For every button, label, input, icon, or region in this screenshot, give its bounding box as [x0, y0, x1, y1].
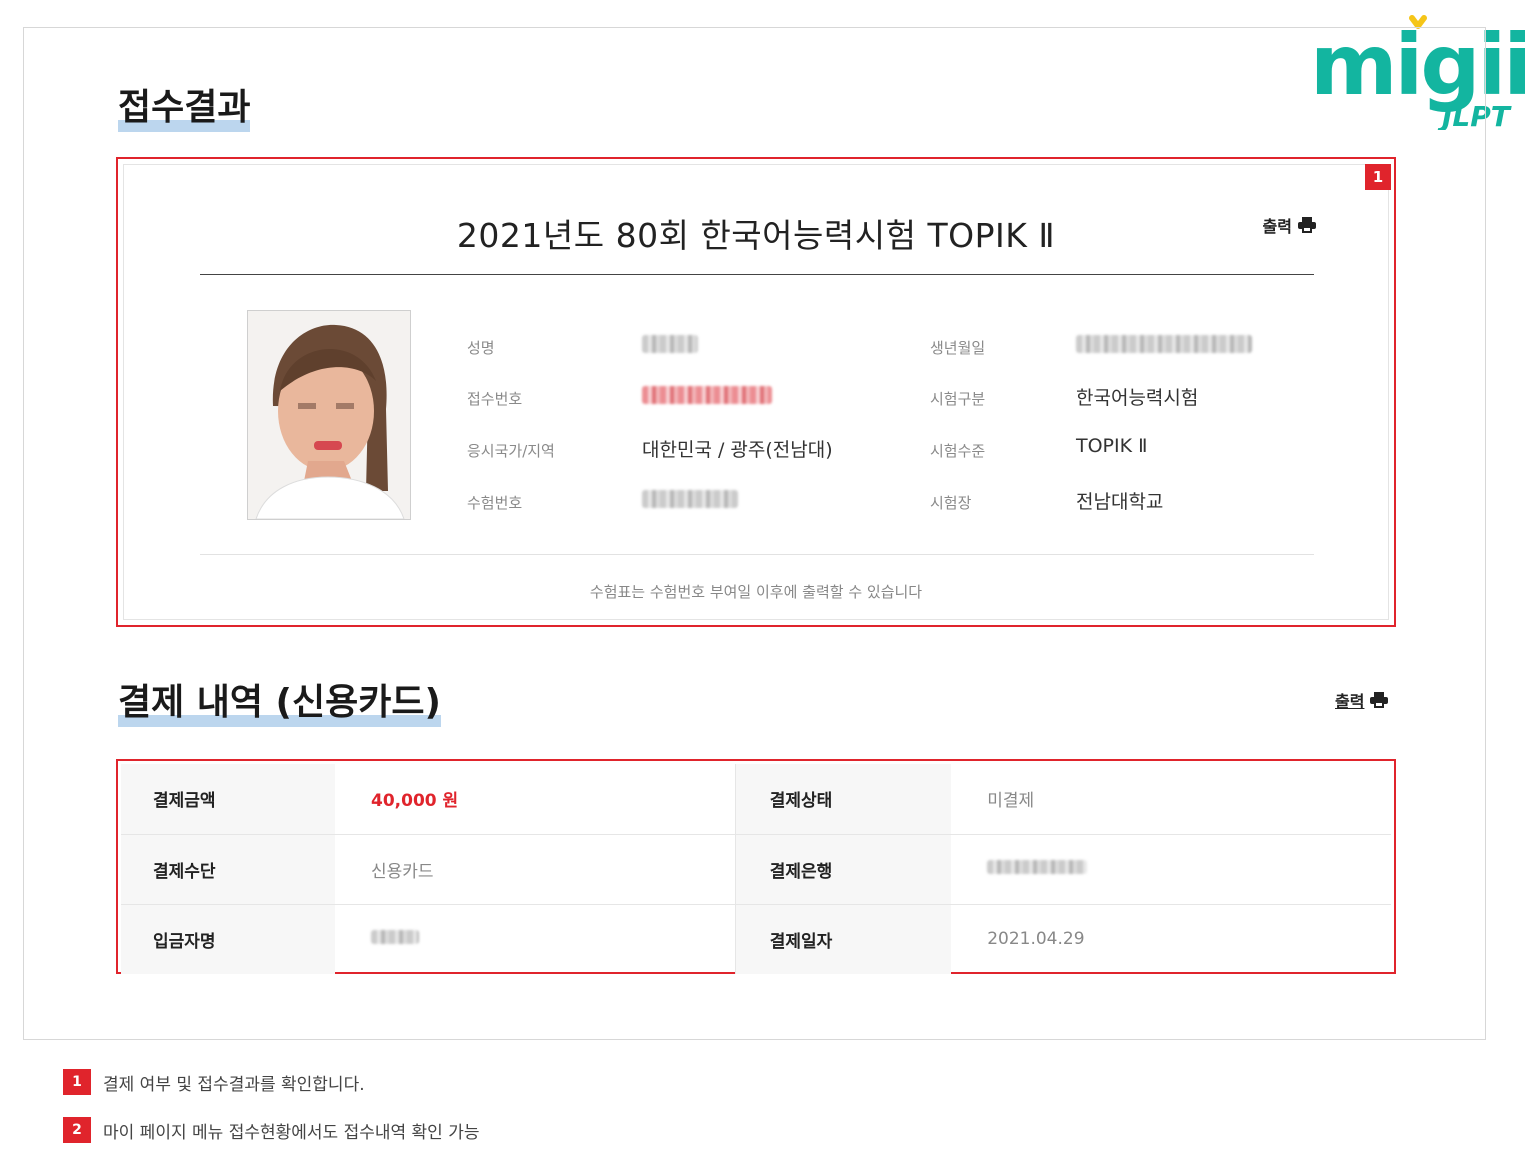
registration-section-title: 접수결과	[118, 90, 251, 132]
printer-icon	[1370, 692, 1389, 708]
method-value: 신용카드	[335, 834, 736, 905]
amount-label: 결제금액	[121, 764, 335, 835]
step-badge: 1	[1365, 164, 1391, 190]
name-value-redacted	[642, 335, 698, 358]
exam-card: 2021년도 80회 한국어능력시험 TOPIK Ⅱ 출력 성명 생년월일 접수…	[123, 164, 1389, 620]
divider	[200, 274, 1314, 275]
payment-section-title: 결제 내역 (신용카드)	[118, 685, 441, 727]
method-label: 결제수단	[121, 834, 335, 905]
exam-type-value: 한국어능력시험	[1076, 387, 1199, 409]
note-item: 2 마이 페이지 메뉴 접수현황에서도 접수내역 확인 가능	[63, 1117, 480, 1143]
region-label: 응시국가/지역	[467, 442, 555, 460]
payment-table: 결제금액 40,000 원 결제상태 미결제 결제수단 신용카드 결제은행 입금…	[121, 764, 1391, 974]
registration-result-box: 2021년도 80회 한국어능력시험 TOPIK Ⅱ 출력 성명 생년월일 접수…	[116, 157, 1396, 627]
table-row: 결제금액 40,000 원 결제상태 미결제	[121, 764, 1391, 835]
print-label: 출력	[1335, 692, 1365, 711]
venue-label: 시험장	[930, 494, 972, 512]
name-label: 성명	[467, 339, 495, 357]
applicant-photo	[247, 310, 411, 520]
table-row: 입금자명 결제일자 2021.04.29	[121, 904, 1391, 974]
note-text: 마이 페이지 메뉴 접수현황에서도 접수내역 확인 가능	[103, 1122, 480, 1143]
payment-details-box: 결제금액 40,000 원 결제상태 미결제 결제수단 신용카드 결제은행 입금…	[116, 759, 1396, 974]
status-label: 결제상태	[734, 764, 952, 835]
divider	[200, 554, 1314, 555]
exam-no-value-redacted	[642, 490, 738, 513]
depositor-label: 입금자명	[121, 904, 335, 974]
bank-value-redacted	[951, 834, 1391, 905]
exam-title: 2021년도 80회 한국어능력시험 TOPIK Ⅱ	[456, 216, 1056, 255]
print-label: 출력	[1262, 217, 1292, 236]
amount-value: 40,000 원	[335, 764, 736, 835]
print-exam-button[interactable]: 출력	[1263, 213, 1316, 237]
exam-type-label: 시험구분	[930, 390, 986, 408]
date-label: 결제일자	[734, 904, 952, 974]
reg-no-label: 접수번호	[467, 390, 523, 408]
note-text: 결제 여부 및 접수결과를 확인합니다.	[103, 1074, 365, 1095]
birth-value-redacted	[1076, 335, 1252, 358]
table-row: 결제수단 신용카드 결제은행	[121, 834, 1391, 905]
note-badge: 1	[63, 1069, 91, 1095]
birth-label: 생년월일	[930, 339, 986, 357]
admission-ticket-notice: 수험표는 수험번호 부여일 이후에 출력할 수 있습니다	[589, 583, 923, 601]
print-payment-button[interactable]: 출력	[1335, 688, 1389, 712]
status-value: 미결제	[951, 764, 1391, 835]
portrait-image	[248, 311, 410, 519]
venue-value: 전남대학교	[1076, 491, 1164, 513]
depositor-value-redacted	[335, 904, 736, 974]
level-value: TOPIK Ⅱ	[1076, 435, 1148, 457]
level-label: 시험수준	[930, 442, 986, 460]
reg-no-value-redacted	[642, 386, 772, 409]
printer-icon	[1298, 217, 1316, 233]
note-badge: 2	[63, 1117, 91, 1143]
exam-no-label: 수험번호	[467, 494, 523, 512]
note-item: 1 결제 여부 및 접수결과를 확인합니다.	[63, 1069, 365, 1095]
date-value: 2021.04.29	[987, 929, 1085, 950]
region-value: 대한민국 / 광주(전남대)	[642, 439, 833, 461]
bank-label: 결제은행	[734, 834, 952, 905]
